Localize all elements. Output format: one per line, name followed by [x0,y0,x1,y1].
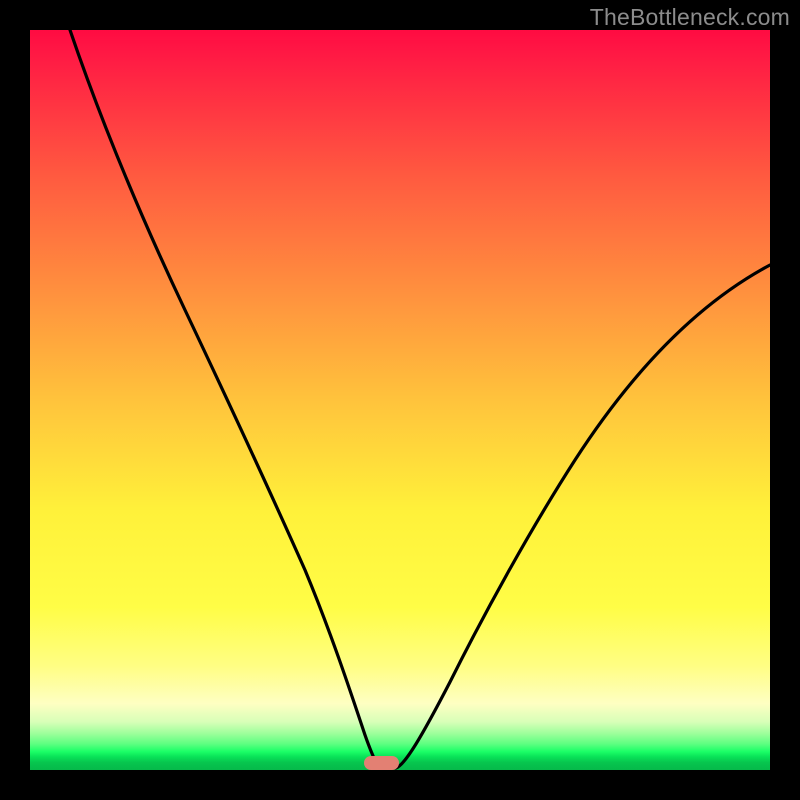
bottleneck-curve [30,30,770,770]
curve-path [70,30,770,768]
watermark-text: TheBottleneck.com [590,4,790,31]
optimal-marker [364,756,399,770]
chart-frame: TheBottleneck.com [0,0,800,800]
plot-area [30,30,770,770]
